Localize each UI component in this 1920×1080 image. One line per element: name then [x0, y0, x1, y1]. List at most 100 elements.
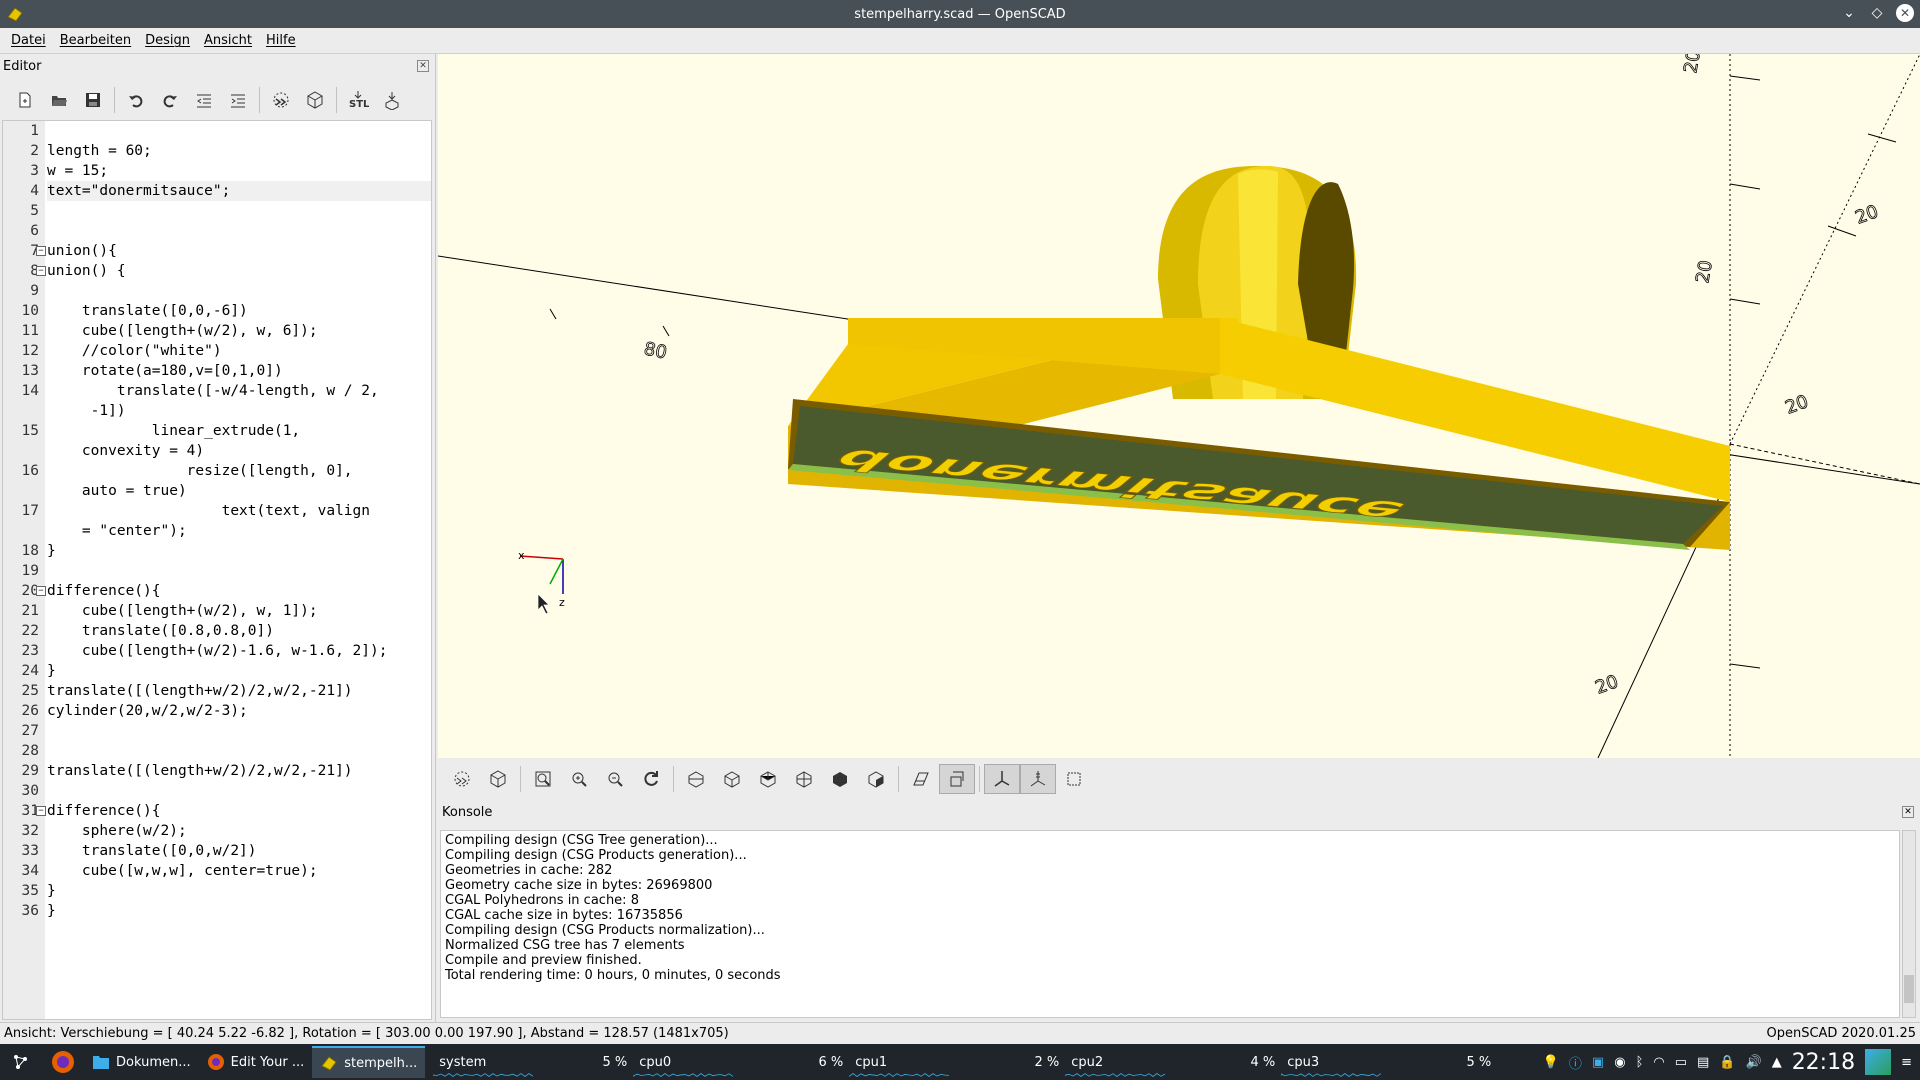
- export-stl-button[interactable]: STL: [341, 85, 375, 115]
- cpu-monitor[interactable]: cpu1 2 %: [849, 1044, 1065, 1080]
- fold-toggle-icon[interactable]: −: [36, 806, 46, 816]
- code-line[interactable]: translate([-w/4-length, w / 2,: [47, 381, 431, 401]
- code-line[interactable]: translate([(length+w/2)/2,w/2,-21]): [47, 761, 431, 781]
- code-line[interactable]: = "center");: [47, 521, 431, 541]
- new-file-button[interactable]: [8, 85, 42, 115]
- code-line[interactable]: translate([0,0,w/2]): [47, 841, 431, 861]
- code-line[interactable]: length = 60;: [47, 141, 431, 161]
- code-line[interactable]: [47, 781, 431, 801]
- show-edges-icon[interactable]: [1056, 764, 1092, 794]
- lock-icon[interactable]: 🔒: [1719, 1055, 1735, 1070]
- scrollbar-thumb[interactable]: [1904, 975, 1914, 1003]
- menu-design[interactable]: Design: [138, 33, 197, 48]
- console-scrollbar[interactable]: [1902, 830, 1916, 1018]
- view-left-icon[interactable]: [786, 764, 822, 794]
- close-icon[interactable]: ✕: [1896, 4, 1914, 22]
- console-close-icon[interactable]: ✕: [1902, 806, 1914, 818]
- code-line[interactable]: sphere(w/2);: [47, 821, 431, 841]
- code-line[interactable]: difference(){: [47, 581, 431, 601]
- code-line[interactable]: cube([length+(w/2)-1.6, w-1.6, 2]);: [47, 641, 431, 661]
- view-right-icon[interactable]: [678, 764, 714, 794]
- code-line[interactable]: [47, 561, 431, 581]
- indent-button[interactable]: [221, 85, 255, 115]
- code-line[interactable]: [47, 721, 431, 741]
- code-line[interactable]: }: [47, 881, 431, 901]
- menu-hilfe[interactable]: Hilfe: [259, 33, 303, 48]
- save-button[interactable]: [76, 85, 110, 115]
- menu-bearbeiten[interactable]: Bearbeiten: [53, 33, 138, 48]
- zoom-in-icon[interactable]: [561, 764, 597, 794]
- code-line[interactable]: resize([length, 0],: [47, 461, 431, 481]
- system-load-monitor[interactable]: system 5 % cpu0 6 % cpu1 2 % cpu2 4 % cpu3 5 %: [433, 1044, 1497, 1080]
- minimize-icon[interactable]: ⌄: [1840, 4, 1858, 22]
- code-line[interactable]: difference(){: [47, 801, 431, 821]
- code-line[interactable]: [47, 201, 431, 221]
- show-desktop-icon[interactable]: [1865, 1049, 1892, 1075]
- code-line[interactable]: rotate(a=180,v=[0,1,0]): [47, 361, 431, 381]
- code-line[interactable]: }: [47, 541, 431, 561]
- code-line[interactable]: cube([length+(w/2), w, 1]);: [47, 601, 431, 621]
- code-line[interactable]: translate([0,0,-6]): [47, 301, 431, 321]
- clipboard-icon[interactable]: ▤: [1697, 1055, 1709, 1070]
- code-line[interactable]: cylinder(20,w/2,w/2-3);: [47, 701, 431, 721]
- code-line[interactable]: cube([length+(w/2), w, 6]);: [47, 321, 431, 341]
- code-line[interactable]: linear_extrude(1,: [47, 421, 431, 441]
- view-all-icon[interactable]: [525, 764, 561, 794]
- volume-icon[interactable]: 🔊: [1746, 1055, 1762, 1070]
- info-icon[interactable]: ⓘ: [1569, 1053, 1582, 1072]
- cpu-monitor[interactable]: cpu0 6 %: [633, 1044, 849, 1080]
- undo-button[interactable]: [119, 85, 153, 115]
- send-to-print-button[interactable]: [375, 85, 409, 115]
- perspective-icon[interactable]: [903, 764, 939, 794]
- code-line[interactable]: cube([w,w,w], center=true);: [47, 861, 431, 881]
- code-line[interactable]: convexity = 4): [47, 441, 431, 461]
- firefox-launcher-icon[interactable]: [42, 1046, 84, 1078]
- show-scale-markers-icon[interactable]: [1020, 764, 1056, 794]
- task-firefox[interactable]: Edit Your ...: [199, 1046, 313, 1078]
- task-openscad[interactable]: stempelh...: [312, 1046, 426, 1078]
- code-line[interactable]: text="donermitsauce";: [47, 181, 431, 201]
- view-top-icon[interactable]: [714, 764, 750, 794]
- code-line[interactable]: w = 15;: [47, 161, 431, 181]
- menu-ansicht[interactable]: Ansicht: [197, 33, 259, 48]
- code-line[interactable]: }: [47, 661, 431, 681]
- preview-button[interactable]: [444, 764, 480, 794]
- code-line[interactable]: [47, 741, 431, 761]
- maximize-icon[interactable]: ◇: [1868, 4, 1886, 22]
- code-line[interactable]: auto = true): [47, 481, 431, 501]
- unindent-button[interactable]: [187, 85, 221, 115]
- fold-toggle-icon[interactable]: −: [36, 246, 46, 256]
- bluetooth-icon[interactable]: ᛒ: [1636, 1055, 1644, 1070]
- clock[interactable]: 22:18: [1792, 1050, 1855, 1075]
- wifi-icon[interactable]: ◠: [1653, 1055, 1664, 1070]
- zoom-out-icon[interactable]: [597, 764, 633, 794]
- code-line[interactable]: }: [47, 901, 431, 921]
- cpu-monitor[interactable]: system 5 %: [433, 1044, 633, 1080]
- code-text-area[interactable]: length = 60; w = 15; text="donermitsauce";…: [45, 121, 431, 1019]
- cpu-monitor[interactable]: cpu2 4 %: [1065, 1044, 1281, 1080]
- redo-button[interactable]: [153, 85, 187, 115]
- reset-view-icon[interactable]: [633, 764, 669, 794]
- render-button[interactable]: [298, 85, 332, 115]
- view-back-icon[interactable]: [858, 764, 894, 794]
- battery-icon[interactable]: ▭: [1675, 1055, 1687, 1070]
- code-line[interactable]: translate([(length+w/2)/2,w/2,-21]): [47, 681, 431, 701]
- view-bottom-icon[interactable]: [750, 764, 786, 794]
- app-launcher-icon[interactable]: [0, 1046, 42, 1078]
- tray-expand-icon[interactable]: ▲: [1772, 1055, 1782, 1070]
- code-line[interactable]: [47, 281, 431, 301]
- hotspot-icon[interactable]: ◉: [1614, 1055, 1625, 1070]
- view-front-icon[interactable]: [822, 764, 858, 794]
- console-output[interactable]: Compiling design (CSG Tree generation)..…: [440, 830, 1900, 1018]
- code-line[interactable]: [47, 221, 431, 241]
- fold-toggle-icon[interactable]: −: [36, 266, 46, 276]
- menu-datei[interactable]: Datei: [4, 33, 53, 48]
- menu-icon[interactable]: ≡: [1901, 1055, 1912, 1070]
- display-icon[interactable]: ▣: [1592, 1055, 1604, 1070]
- 3d-viewport[interactable]: 80 20 20 20 20 20 donermitsauce x z: [438, 54, 1920, 758]
- fold-toggle-icon[interactable]: −: [36, 586, 46, 596]
- render-button[interactable]: [480, 764, 516, 794]
- code-line[interactable]: text(text, valign: [47, 501, 431, 521]
- code-line[interactable]: //color("white"): [47, 341, 431, 361]
- lightbulb-icon[interactable]: 💡: [1543, 1055, 1559, 1070]
